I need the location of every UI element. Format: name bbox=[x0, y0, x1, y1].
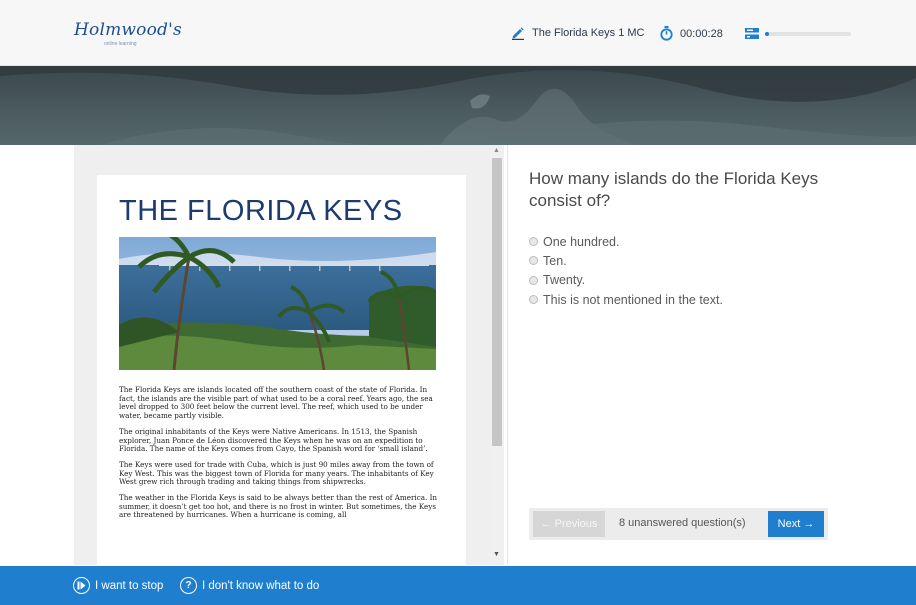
progress-bar-fill bbox=[765, 31, 770, 36]
stopwatch-icon bbox=[660, 26, 673, 41]
answer-option-label[interactable]: Ten. bbox=[543, 254, 567, 268]
answer-option[interactable]: Ten. bbox=[529, 251, 723, 270]
radio-icon[interactable] bbox=[529, 275, 538, 285]
radio-icon[interactable] bbox=[529, 237, 538, 247]
timer-value: 00:00:28 bbox=[680, 27, 723, 40]
question-text: How many islands do the Florida Keys con… bbox=[529, 169, 819, 210]
next-button[interactable]: Next → bbox=[768, 511, 824, 537]
stop-icon bbox=[73, 577, 90, 594]
banner-pattern bbox=[0, 66, 916, 145]
logo-subtext: online learning bbox=[104, 41, 137, 47]
stop-button[interactable]: I want to stop bbox=[73, 577, 163, 594]
document-paragraph: The original inhabitants of the Keys wer… bbox=[119, 426, 428, 454]
help-button[interactable]: ? I don't know what to do bbox=[180, 577, 319, 594]
logo-text: Holmwood's bbox=[74, 20, 182, 40]
document-paragraph: The Florida Keys are islands located off… bbox=[119, 385, 433, 421]
progress-indicator bbox=[745, 28, 851, 39]
scrollbar-thumb[interactable] bbox=[492, 158, 502, 446]
document-text: The Florida Keys are islands located off… bbox=[119, 385, 439, 527]
question-navigation: ← Previous 8 unanswered question(s) Next… bbox=[529, 508, 828, 540]
unanswered-count: 8 unanswered question(s) bbox=[619, 517, 746, 529]
answer-option[interactable]: This is not mentioned in the text. bbox=[529, 290, 723, 309]
florida-keys-photo bbox=[119, 237, 436, 370]
radio-icon[interactable] bbox=[529, 256, 538, 266]
reading-panel[interactable]: THE FLORIDA KEYS The Florida Keys are is… bbox=[74, 145, 504, 565]
scroll-down-arrow-icon[interactable]: ▼ bbox=[493, 551, 500, 558]
progress-icon bbox=[745, 28, 759, 39]
question-mark-icon: ? bbox=[180, 577, 197, 594]
panel-divider bbox=[507, 145, 508, 565]
document-paragraph: The weather in the Florida Keys is said … bbox=[119, 493, 438, 520]
document-paragraph: The Keys were used for trade with Cuba, … bbox=[119, 459, 434, 487]
answer-option[interactable]: Twenty. bbox=[529, 271, 723, 290]
timer: 00:00:28 bbox=[660, 26, 723, 41]
reading-scrollbar[interactable]: ▲ ▼ bbox=[490, 145, 504, 565]
stop-label[interactable]: I want to stop bbox=[95, 580, 163, 592]
answer-option-label[interactable]: One hundred. bbox=[543, 235, 619, 249]
reading-document: THE FLORIDA KEYS The Florida Keys are is… bbox=[97, 175, 466, 565]
pencil-icon bbox=[512, 27, 524, 40]
previous-button[interactable]: ← Previous bbox=[533, 511, 605, 537]
scroll-up-arrow-icon[interactable]: ▲ bbox=[493, 147, 500, 154]
top-bar: Holmwood's online learning The Florida K… bbox=[0, 0, 916, 66]
answer-option[interactable]: One hundred. bbox=[529, 232, 723, 251]
answer-option-label[interactable]: This is not mentioned in the text. bbox=[543, 293, 723, 307]
header-banner bbox=[0, 66, 916, 145]
answer-option-label[interactable]: Twenty. bbox=[543, 273, 585, 287]
help-label[interactable]: I don't know what to do bbox=[202, 580, 319, 592]
radio-icon[interactable] bbox=[529, 295, 538, 305]
footer-bar: I want to stop ? I don't know what to do bbox=[0, 566, 916, 605]
holmwoods-logo: Holmwood's online learning bbox=[74, 20, 182, 47]
answer-options: One hundred. Ten. Twenty. This is not me… bbox=[529, 232, 723, 309]
test-name-label: The Florida Keys 1 MC bbox=[532, 27, 645, 39]
test-name: The Florida Keys 1 MC bbox=[511, 26, 644, 40]
progress-bar bbox=[765, 31, 851, 36]
document-title: THE FLORIDA KEYS bbox=[119, 195, 403, 227]
